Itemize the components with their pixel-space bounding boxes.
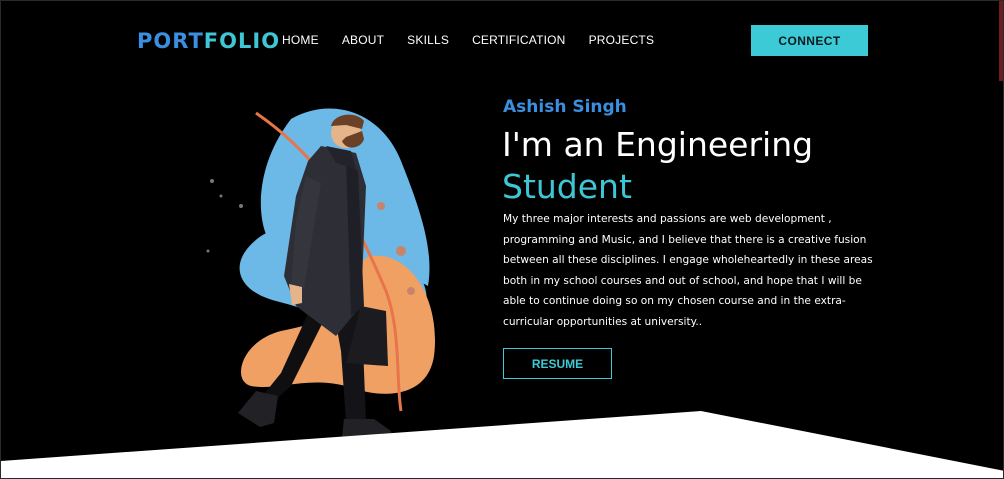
hero-name: Ashish Singh: [503, 97, 627, 117]
bio-line: programming and Music, and I believe tha…: [503, 233, 867, 246]
hero-headline-line1: I'm an Engineering: [502, 125, 814, 164]
page-frame: PORTFOLIO HOME ABOUT SKILLS CERTIFICATIO…: [0, 0, 1004, 479]
main-nav: HOME ABOUT SKILLS CERTIFICATION PROJECTS: [282, 33, 677, 47]
bio-line: curricular opportunities at university..: [503, 315, 703, 328]
logo-part-2: FOLIO: [203, 29, 281, 53]
hero-headline: I'm an Engineering Student: [502, 124, 922, 208]
bio-line: both in my school courses and out of sch…: [503, 274, 862, 287]
resume-button[interactable]: RESUME: [503, 348, 612, 379]
logo[interactable]: PORTFOLIO: [137, 29, 280, 53]
nav-link-projects[interactable]: PROJECTS: [589, 33, 655, 47]
hero-illustration: [206, 108, 436, 437]
logo-part-1: PORT: [137, 29, 204, 53]
bio-line: My three major interests and passions ar…: [503, 213, 832, 225]
window-edge: [999, 1, 1003, 81]
nav-link-skills[interactable]: SKILLS: [407, 33, 449, 47]
nav-link-home[interactable]: HOME: [282, 33, 319, 47]
bio-line: able to continue doing so on my chosen c…: [503, 295, 846, 308]
nav-link-about[interactable]: ABOUT: [342, 33, 384, 47]
hero-headline-line2: Student: [502, 167, 632, 206]
connect-button[interactable]: CONNECT: [751, 25, 868, 56]
hero-bio: My three major interests and passions ar…: [503, 209, 875, 333]
nav-link-certification[interactable]: CERTIFICATION: [472, 33, 566, 47]
bio-line: between all these disciplines. I engage …: [503, 254, 873, 267]
section-divider-wave: [1, 411, 1003, 478]
